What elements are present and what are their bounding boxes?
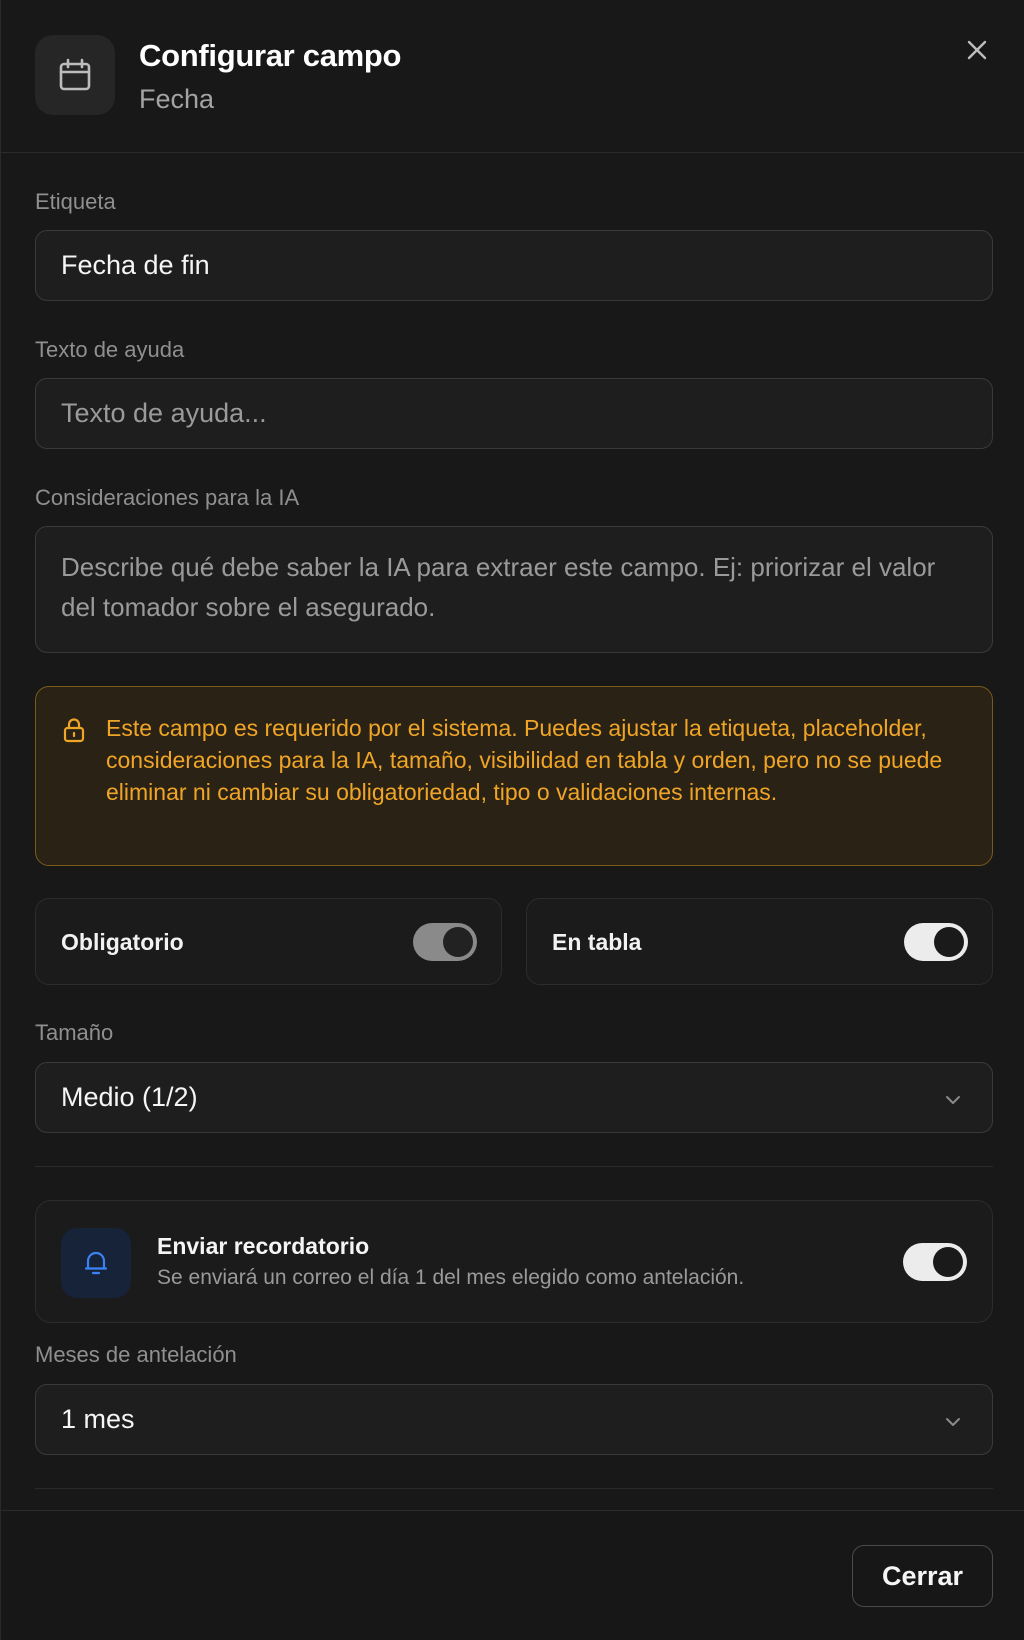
page-subtitle: Fecha <box>139 84 215 114</box>
label-input[interactable]: Fecha de fin <box>35 230 993 301</box>
ai-considerations-placeholder: Describe qué debe saber la IA para extra… <box>61 552 936 622</box>
lock-icon <box>61 717 87 743</box>
ai-considerations-textarea[interactable]: Describe qué debe saber la IA para extra… <box>35 526 993 653</box>
field-config-panel: Configurar campo Fecha Etiqueta Fecha de… <box>0 0 1024 1640</box>
system-field-warning: Este campo es requerido por el sistema. … <box>35 686 993 866</box>
in-table-toggle-label: En tabla <box>552 929 642 955</box>
required-toggle-label: Obligatorio <box>61 929 184 955</box>
in-table-toggle-card: En tabla <box>526 898 993 985</box>
panel-footer: Cerrar <box>1 1510 1024 1640</box>
required-toggle-card: Obligatorio <box>35 898 502 985</box>
toggle-knob <box>933 1247 963 1277</box>
reminder-toggle[interactable] <box>903 1243 967 1281</box>
ai-considerations-label: Consideraciones para la IA <box>35 485 300 510</box>
help-text-label: Texto de ayuda <box>35 337 185 362</box>
size-select-value: Medio (1/2) <box>61 1082 198 1112</box>
reminder-card: Enviar recordatorio Se enviará un correo… <box>35 1200 993 1323</box>
label-input-value: Fecha de fin <box>61 250 210 280</box>
advance-months-select-value: 1 mes <box>61 1404 135 1434</box>
panel-header: Configurar campo Fecha <box>1 0 1024 153</box>
chevron-down-icon <box>942 1087 964 1109</box>
help-text-placeholder: Texto de ayuda... <box>61 398 267 428</box>
calendar-icon <box>35 35 115 115</box>
size-label: Tamaño <box>35 1020 114 1045</box>
chevron-down-icon <box>942 1409 964 1431</box>
advance-months-select[interactable]: 1 mes <box>35 1384 993 1455</box>
reminder-description: Se enviará un correo el día 1 del mes el… <box>157 1266 745 1289</box>
close-button[interactable]: Cerrar <box>852 1545 993 1607</box>
warning-text: Este campo es requerido por el sistema. … <box>106 715 943 805</box>
bell-icon <box>61 1228 131 1298</box>
size-select[interactable]: Medio (1/2) <box>35 1062 993 1133</box>
section-divider <box>35 1488 993 1489</box>
toggle-knob <box>443 927 473 957</box>
required-toggle[interactable] <box>413 923 477 961</box>
page-title: Configurar campo <box>139 38 402 73</box>
toggle-knob <box>934 927 964 957</box>
reminder-title: Enviar recordatorio <box>157 1233 370 1259</box>
label-field-label: Etiqueta <box>35 189 116 214</box>
close-icon[interactable] <box>961 34 993 66</box>
advance-months-label: Meses de antelación <box>35 1342 237 1367</box>
in-table-toggle[interactable] <box>904 923 968 961</box>
section-divider <box>35 1166 993 1167</box>
help-text-input[interactable]: Texto de ayuda... <box>35 378 993 449</box>
